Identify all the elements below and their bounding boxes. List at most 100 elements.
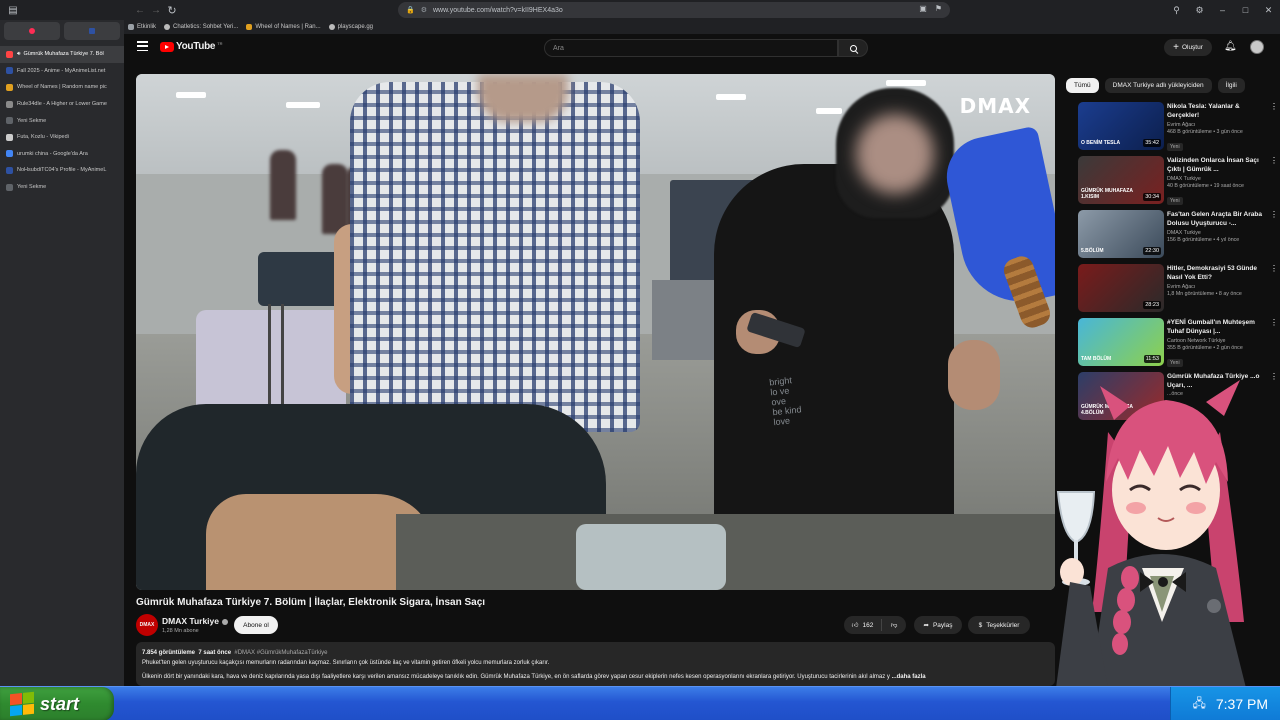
video-info: #YENİ Gumball'ın Muhteşem Tuhaf Dünyası … (1167, 318, 1267, 369)
tab-favicon-icon (6, 100, 13, 108)
browser-tab[interactable]: Yeni Sekme (0, 179, 124, 196)
maximize-icon[interactable]: □ (1234, 5, 1257, 15)
search-button[interactable] (838, 39, 868, 57)
share-label: Paylaş (932, 621, 953, 629)
channel-name-row[interactable]: DMAX Turkiye (162, 616, 228, 626)
more-options-icon[interactable]: ⋮ (1270, 318, 1278, 327)
recommended-video[interactable]: 5.BÖLÜM 22:30 Fas'tan Gelen Araçta Bir Ara… (1078, 210, 1280, 260)
thumbnail-caption: O BENİM TESLA (1081, 140, 1121, 146)
channel-name: Evrim Ağacı (1167, 122, 1196, 128)
back-icon[interactable]: ← (132, 5, 148, 16)
thanks-button[interactable]: $ Teşekkürler (968, 616, 1030, 634)
video-info: Hitler, Demokrasiyi 53 Günde Nasıl Yok E… (1167, 264, 1267, 297)
vertical-tabs-sidebar: 🔊︎ Gümrük Muhafaza Türkiye 7. Böl Fall 202… (0, 20, 124, 686)
reload-icon[interactable]: ↻ (164, 4, 180, 17)
bookmark-item[interactable]: Etkinlik (128, 24, 156, 30)
channel-name: Cartoon Network Türkiye (1167, 338, 1226, 344)
browser-tab[interactable]: Yeni Sekme (0, 112, 124, 129)
tab-favicon-icon (6, 50, 13, 58)
browser-tab[interactable]: urumki china - Google'da Ara (0, 146, 124, 163)
chip-related[interactable]: İlgili (1217, 78, 1245, 93)
close-icon[interactable]: ✕ (1257, 5, 1280, 16)
bookmark-icon[interactable]: ⚑ (935, 4, 942, 13)
settings-icon[interactable]: ⚙ (1188, 5, 1211, 16)
recommended-video[interactable]: TAM BÖLÜM 11:53 #YENİ Gumball'ın Muhteşem … (1078, 318, 1280, 368)
taskbar: start 🖧 7:37 PM (0, 686, 1280, 720)
verified-icon (222, 618, 228, 625)
screenshot-icon[interactable]: ▣ (919, 4, 927, 13)
subscribe-button[interactable]: Abone ol (234, 616, 278, 634)
pinned-tab-youtube[interactable] (4, 22, 60, 40)
hashtags[interactable]: #DMAX #GümrükMuhafazaTürkiye (234, 650, 327, 656)
show-more-link[interactable]: ...daha fazla (892, 674, 926, 680)
video-thumbnail[interactable]: GÜMRÜK MUHAFAZA 1.KISIM 30:34 (1078, 156, 1164, 204)
recommended-video[interactable]: O BENİM TESLA 35:42 Nikola Tesla: Yalanlar… (1078, 102, 1280, 152)
like-dislike-group: 👍︎ 162 👎︎ (844, 616, 906, 634)
description-box[interactable]: 7.854 görüntüleme 7 saat önce #DMAX #Güm… (136, 642, 1055, 686)
audio-playing-icon[interactable]: 🔊︎ (17, 51, 20, 58)
browser-tab[interactable]: 🔊︎ Gümrük Muhafaza Türkiye 7. Böl (0, 46, 124, 63)
bookmark-item[interactable]: playscape.gg (328, 24, 373, 30)
pinned-tab-mal[interactable] (64, 22, 120, 40)
tab-favicon-icon (6, 117, 13, 125)
extensions-icon[interactable]: ⚲ (1165, 5, 1188, 16)
browser-tab[interactable]: Wheel of Names | Random name pic (0, 79, 124, 96)
recommended-video[interactable]: GÜMRÜK MUHAFAZA 1.KISIM 30:34 Valizinden O… (1078, 156, 1280, 206)
video-meta: 355 B görüntüleme • 2 gün önce (1167, 345, 1243, 351)
start-button[interactable]: start (0, 687, 114, 720)
window-controls: ⚲ ⚙ – □ ✕ (1165, 0, 1280, 20)
screen: ▤ ← → ↻ 🔒 ⚙ www.youtube.com/watch?v=kII9… (0, 0, 1280, 720)
start-label: start (40, 693, 80, 714)
search-icon (849, 44, 857, 52)
browser-tab[interactable]: Rule34dle - A Higher or Lower Game (0, 96, 124, 113)
video-duration: 30:34 (1143, 193, 1161, 201)
recommended-video[interactable]: 28:23 Hitler, Demokrasiyi 53 Günde Nasıl … (1078, 264, 1280, 314)
bookmark-label: Wheel of Names | Ran... (255, 24, 321, 30)
video-title: Hitler, Demokrasiyi 53 Günde Nasıl Yok E… (1167, 265, 1257, 281)
browser-tab[interactable]: NoHsubdiTC04's Profile - MyAnimeL (0, 162, 124, 179)
wheel-icon (246, 24, 253, 30)
video-thumbnail[interactable]: 5.BÖLÜM 22:30 (1078, 210, 1164, 258)
youtube-logo[interactable]: YouTube TR (160, 41, 223, 52)
like-button[interactable]: 👍︎ 162 (844, 619, 882, 631)
more-options-icon[interactable]: ⋮ (1270, 264, 1278, 273)
youtube-header: YouTube TR Ara + Oluştur 🔔︎ (124, 34, 1280, 62)
youtube-favicon-icon (29, 28, 35, 34)
video-player[interactable]: bright lo ve ove be kind love DMAX (136, 74, 1055, 590)
video-thumbnail[interactable]: TAM BÖLÜM 11:53 (1078, 318, 1164, 366)
bookmark-item[interactable]: Wheel of Names | Ran... (246, 24, 321, 30)
background-person (322, 164, 348, 234)
menu-icon[interactable] (137, 41, 148, 51)
account-avatar[interactable] (1250, 40, 1264, 54)
channel-avatar[interactable]: DMAX (136, 614, 158, 636)
plus-icon: + (1173, 42, 1179, 53)
thumbnail-caption: GÜMRÜK MUHAFAZA 1.KISIM (1081, 188, 1133, 200)
site-info-icon[interactable]: ⚙ (421, 6, 427, 14)
video-title: Gümrük Muhafaza Türkiye 7. Bölüm | İlaçl… (136, 597, 486, 608)
search-input[interactable]: Ara (544, 39, 838, 57)
video-thumbnail[interactable]: 28:23 (1078, 264, 1164, 312)
more-options-icon[interactable]: ⋮ (1270, 156, 1278, 165)
more-options-icon[interactable]: ⋮ (1270, 102, 1278, 111)
clock[interactable]: 7:37 PM (1216, 696, 1268, 712)
channel-name: DMAX Turkiye (162, 616, 219, 626)
video-thumbnail[interactable]: O BENİM TESLA 35:42 (1078, 102, 1164, 150)
anime-character-overlay (1056, 380, 1246, 688)
notifications-bell-icon[interactable]: 🔔︎ (1224, 41, 1237, 53)
dislike-button[interactable]: 👎︎ (882, 621, 906, 629)
more-options-icon[interactable]: ⋮ (1270, 210, 1278, 219)
browser-tab[interactable]: Fall 2025 - Anime - MyAnimeList.net (0, 63, 124, 80)
thumbs-down-icon: 👎︎ (890, 622, 898, 629)
create-button[interactable]: + Oluştur (1164, 39, 1212, 56)
chip-from-uploader[interactable]: DMAX Turkiye adlı yükleyiciden (1104, 78, 1212, 93)
forward-icon[interactable]: → (148, 5, 164, 16)
sidebar-toggle-icon[interactable]: ▤ (6, 3, 20, 17)
browser-tab[interactable]: Futa, Kozlu - Vikipedi (0, 129, 124, 146)
address-bar[interactable]: 🔒 ⚙ www.youtube.com/watch?v=kII9HEX4a3o … (398, 2, 950, 18)
bookmark-item[interactable]: Chatletics: Sohbet Yeri... (164, 24, 238, 30)
video-meta: 40 B görüntüleme • 19 saat önce (1167, 183, 1244, 189)
chip-all[interactable]: Tümü (1066, 78, 1099, 93)
share-button[interactable]: ➦ Paylaş (914, 616, 962, 634)
minimize-icon[interactable]: – (1211, 5, 1234, 15)
network-icon[interactable]: 🖧 (1192, 694, 1205, 715)
